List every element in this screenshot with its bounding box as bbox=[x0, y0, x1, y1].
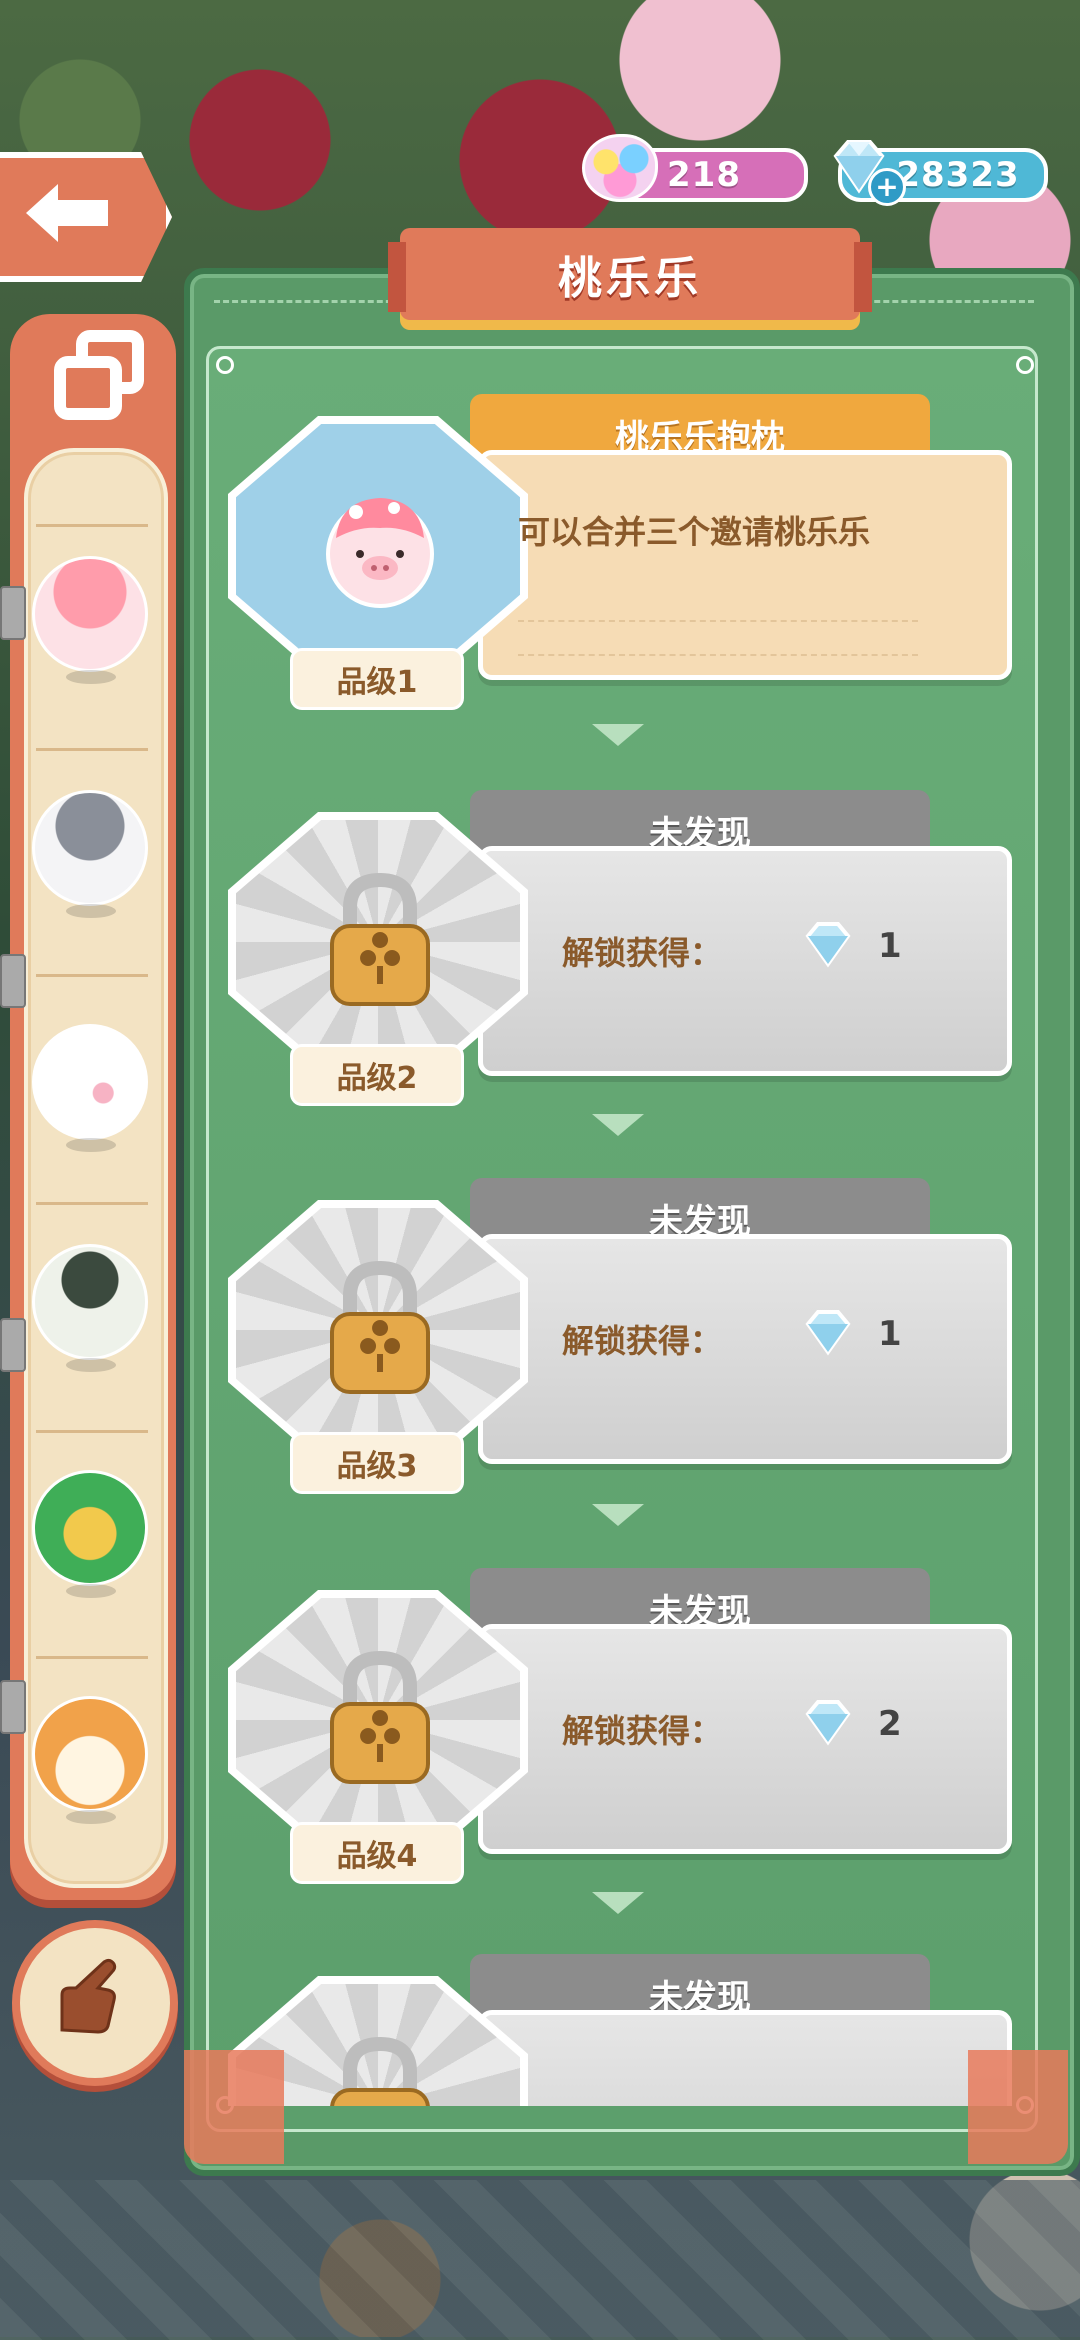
shadow bbox=[66, 1138, 116, 1152]
background-floor bbox=[0, 2180, 1080, 2340]
shiba-dog-icon bbox=[32, 1696, 148, 1812]
grade-card-2[interactable]: 未发现 解锁获得： 1 品级2 bbox=[228, 790, 1012, 1110]
shadow bbox=[66, 904, 116, 918]
gem-icon bbox=[805, 922, 851, 968]
sidebar-item-badger[interactable] bbox=[26, 1244, 156, 1372]
cotton-candy-amount: 218 bbox=[667, 155, 741, 195]
grade-card-1[interactable]: 桃乐乐抱枕 可以合并三个邀请桃乐乐 品级1 bbox=[228, 394, 1012, 714]
dash-line bbox=[518, 620, 918, 622]
unlock-reward-label: 解锁获得： bbox=[562, 934, 723, 972]
reward-amount: 1 bbox=[878, 926, 902, 966]
gem-icon bbox=[805, 1700, 851, 1746]
grade-label: 品级3 bbox=[290, 1432, 464, 1494]
gray-cat-icon bbox=[32, 790, 148, 906]
sidebar-item-parrot[interactable] bbox=[26, 1470, 156, 1598]
green-parrot-icon bbox=[32, 1470, 148, 1586]
dash-line bbox=[518, 654, 918, 656]
panel-corner-decoration bbox=[184, 2050, 284, 2164]
lock-icon bbox=[330, 872, 430, 1006]
gem-amount: 28323 bbox=[896, 155, 1020, 195]
sidebar-clip bbox=[0, 954, 26, 1008]
chevron-down-icon bbox=[592, 724, 644, 746]
lock-icon bbox=[330, 1650, 430, 1784]
corner-dot bbox=[216, 356, 234, 374]
unlock-reward-label: 解锁获得： bbox=[562, 1322, 723, 1360]
shadow bbox=[66, 1584, 116, 1598]
sidebar-item-cat[interactable] bbox=[26, 790, 156, 918]
card-body bbox=[478, 1234, 1012, 1464]
collection-icon[interactable] bbox=[50, 330, 150, 420]
sidebar-divider bbox=[36, 1202, 148, 1205]
grade-card-3[interactable]: 未发现 解锁获得： 1 品级3 bbox=[228, 1178, 1012, 1498]
pointer-hand-button[interactable] bbox=[12, 1920, 178, 2086]
back-button[interactable] bbox=[0, 152, 172, 282]
badger-icon bbox=[32, 1244, 148, 1360]
shadow bbox=[66, 1810, 116, 1824]
gem-icon bbox=[805, 1310, 851, 1356]
shadow bbox=[66, 670, 116, 684]
pig-pillow-icon bbox=[326, 498, 434, 608]
card-description: 可以合并三个邀请桃乐乐 bbox=[518, 513, 871, 551]
shadow bbox=[66, 1358, 116, 1372]
grade-card-5[interactable]: 未发现 bbox=[228, 1954, 1012, 2106]
sidebar-divider bbox=[36, 1656, 148, 1659]
sidebar-item-dog[interactable] bbox=[26, 1696, 156, 1824]
hand-icon bbox=[60, 1958, 117, 2034]
reward-amount: 1 bbox=[878, 1314, 902, 1354]
sidebar-clip bbox=[0, 1680, 26, 1734]
pink-pig-icon bbox=[32, 556, 148, 672]
grade-label: 品级2 bbox=[290, 1044, 464, 1106]
card-body bbox=[478, 2010, 1012, 2106]
sidebar-divider bbox=[36, 524, 148, 527]
card-body bbox=[478, 846, 1012, 1076]
chevron-down-icon bbox=[592, 1892, 644, 1914]
grade-card-4[interactable]: 未发现 解锁获得： 2 品级4 bbox=[228, 1568, 1012, 1888]
sidebar-clip bbox=[0, 586, 26, 640]
lock-icon bbox=[330, 2036, 430, 2106]
panel-corner-decoration bbox=[968, 2050, 1068, 2164]
sidebar-divider bbox=[36, 974, 148, 977]
sidebar-divider bbox=[36, 1430, 148, 1433]
chevron-down-icon bbox=[592, 1504, 644, 1526]
arrow-left-icon bbox=[26, 184, 108, 242]
white-bird-icon bbox=[32, 1024, 148, 1140]
sidebar-item-bird[interactable] bbox=[26, 1024, 156, 1152]
card-body bbox=[478, 1624, 1012, 1854]
cotton-candy-icon bbox=[582, 134, 658, 202]
sidebar-clip bbox=[0, 1318, 26, 1372]
chevron-down-icon bbox=[592, 1114, 644, 1136]
lock-icon bbox=[330, 1260, 430, 1394]
add-gems-icon[interactable]: + bbox=[868, 168, 906, 206]
card-body bbox=[478, 450, 1012, 680]
sidebar-divider bbox=[36, 748, 148, 751]
reward-amount: 2 bbox=[878, 1704, 902, 1744]
corner-dot bbox=[1016, 356, 1034, 374]
panel-title: 桃乐乐 bbox=[558, 253, 702, 304]
sidebar-item-pig[interactable] bbox=[26, 556, 156, 684]
grade-card-5-clip: 未发现 bbox=[206, 1940, 1032, 2106]
grade-label: 品级4 bbox=[290, 1822, 464, 1884]
panel-title-banner: 桃乐乐 bbox=[388, 228, 872, 320]
grade-label: 品级1 bbox=[290, 648, 464, 710]
unlock-reward-label: 解锁获得： bbox=[562, 1712, 723, 1750]
